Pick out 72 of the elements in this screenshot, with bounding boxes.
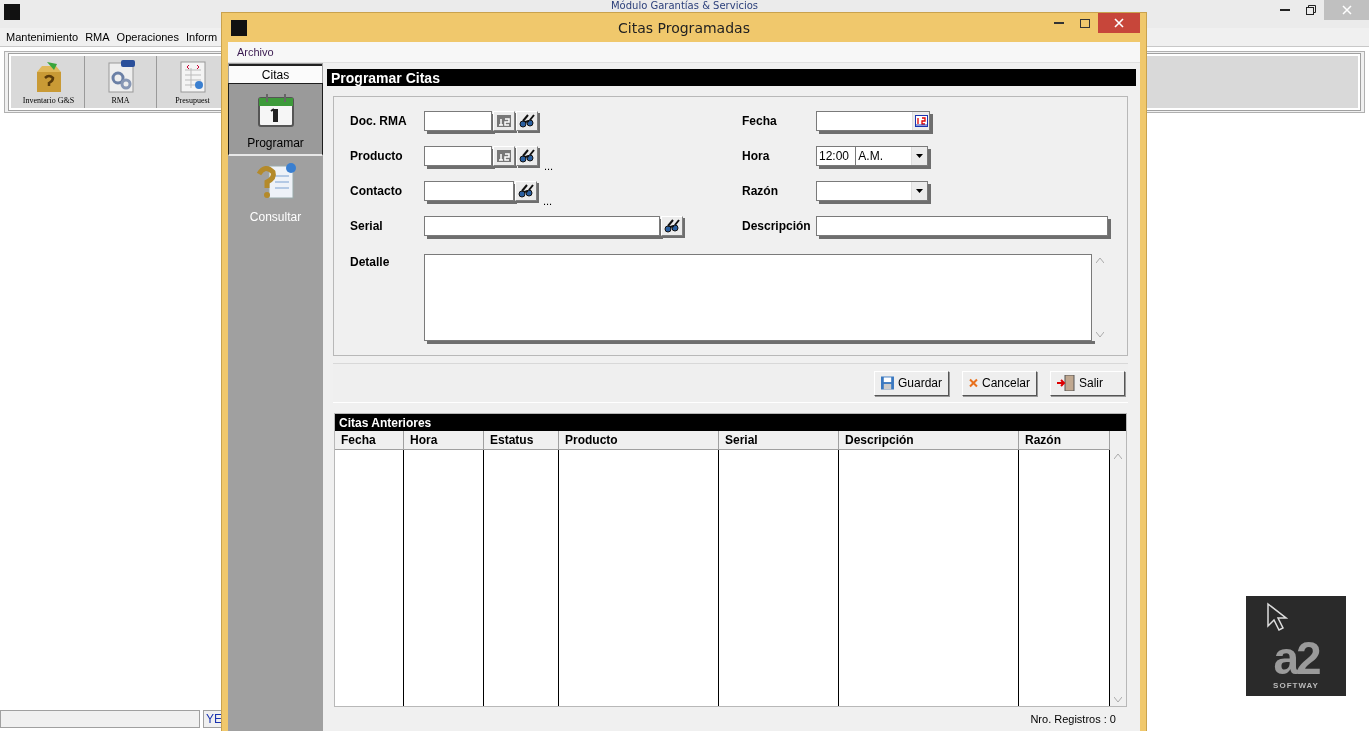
period-value: A.M. [857,147,884,165]
column-header[interactable]: Razón [1019,431,1110,450]
field-label: Fecha [742,113,778,128]
dropdown-arrow-icon [916,153,924,158]
input-field[interactable] [424,215,660,236]
column-header[interactable]: Descripción [839,431,1019,450]
section-header: Citas Anteriores [335,414,1126,431]
restore-icon [1306,5,1316,15]
dropdown-field[interactable] [816,180,928,201]
app-icon [231,19,247,36]
maximize-icon [1080,18,1090,28]
calendar-icon [256,92,295,128]
dialog-title: Citas Programadas [617,19,751,36]
close-icon [1114,18,1124,28]
binoculars-icon [664,218,680,233]
toolbar-button[interactable]: Inventario G&S [13,56,85,108]
menu-item[interactable]: Mantenimiento [3,31,83,43]
search-button[interactable] [515,180,537,201]
binoculars-icon [519,113,535,128]
exit-door-icon [1057,375,1075,391]
column-header[interactable]: Fecha [335,431,404,450]
menu-item[interactable]: RMA [82,31,114,43]
time-value: 12:00 [817,146,857,165]
column-header[interactable]: Hora [404,431,484,450]
binoculars-icon [518,183,534,198]
search-button[interactable] [516,145,538,166]
input-field[interactable] [816,215,1108,236]
field-label: Contacto [350,183,403,198]
minimize-icon [1054,22,1064,24]
logo: a2 SOFTWAY [1246,596,1346,696]
field-label: Serial [350,218,384,233]
a2-icon [497,114,511,127]
calendar-icon [914,114,928,127]
toolbar-button[interactable]: RMA [85,56,157,108]
a2-lookup-button[interactable] [493,110,515,131]
search-button[interactable] [516,110,538,131]
column-header[interactable]: Producto [559,431,719,450]
sidebar-header: Citas [229,64,322,83]
date-field[interactable] [816,110,930,131]
record-count: Nro. Registros : 0 [1030,713,1116,725]
time-field[interactable]: 12:00 A.M. [816,145,928,166]
column-header[interactable]: Estatus [484,431,559,450]
a2-lookup-button[interactable] [493,145,515,166]
search-button[interactable] [661,215,683,236]
field-label: Razón [742,183,779,198]
menu-item[interactable]: Operaciones [113,31,183,43]
sidebar-item[interactable]: Programar [228,83,323,156]
dropdown-arrow-icon [916,188,923,193]
minimize-icon [1280,9,1290,11]
input-field[interactable] [424,145,492,166]
field-label: Detalle [350,254,391,269]
exit-button[interactable]: Salir [1050,370,1125,396]
text-area[interactable] [424,254,1092,341]
field-label: Hora [742,148,771,163]
field-label: Doc. RMA [350,113,408,128]
ellipsis-text: ... [543,194,553,207]
field-label: Descripción [742,218,812,233]
menu-item[interactable]: Archivo [234,46,278,58]
close-icon [1341,5,1352,15]
section-header: Programar Citas [327,69,1136,86]
cancel-button[interactable]: Cancelar [962,370,1037,396]
app-icon [4,4,20,20]
window-title: Módulo Garantías & Servicios [609,0,760,11]
field-label: Producto [350,148,404,163]
a2-icon [497,149,511,162]
save-button[interactable]: Guardar [874,370,949,396]
input-field[interactable] [424,110,492,131]
binoculars-icon [519,148,535,163]
ellipsis-text: ... [544,159,554,172]
column-header[interactable]: Serial [719,431,839,450]
menu-item[interactable]: Inform [183,31,222,43]
input-field[interactable] [424,180,514,201]
